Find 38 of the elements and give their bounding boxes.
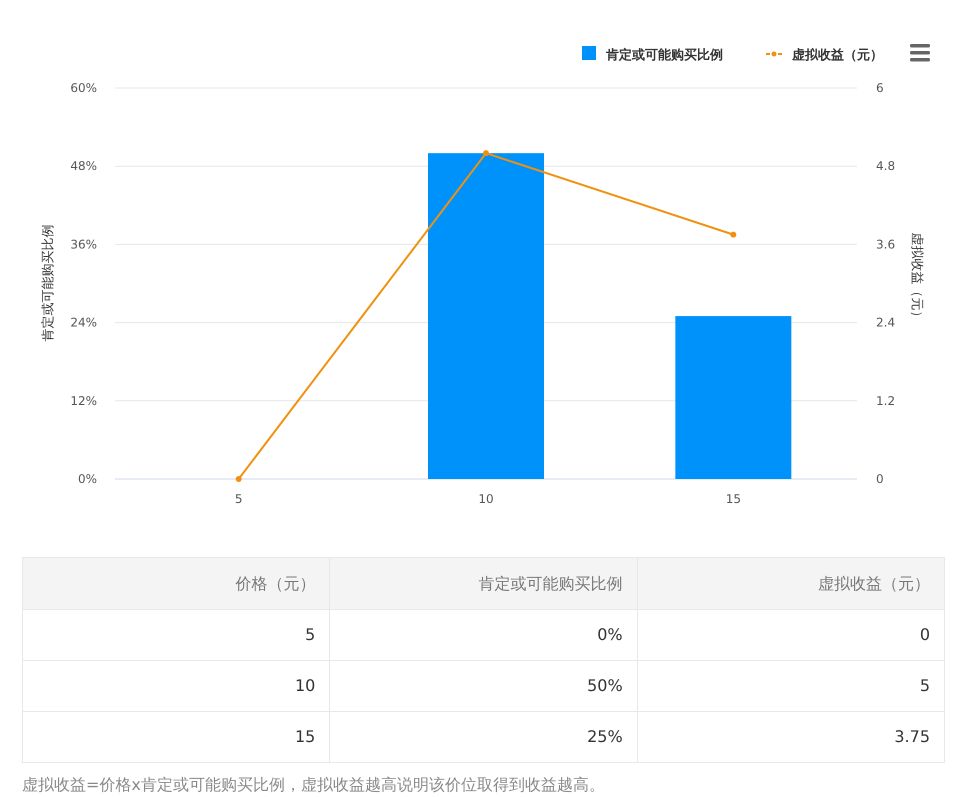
table-cell: 0% [330, 610, 638, 660]
axis-tick-label: 6 [876, 81, 884, 95]
menu-icon[interactable] [910, 44, 930, 62]
legend-item[interactable]: 虚拟收益（元） [792, 48, 883, 63]
axis-tick-label: 0% [78, 472, 97, 486]
table-cell: 0 [637, 610, 944, 660]
axis-tick-label: 12% [70, 394, 97, 408]
legend-line-icon [766, 52, 782, 56]
axis-title: 虚拟收益（元） [909, 232, 924, 324]
table-cell: 25% [330, 712, 638, 762]
data-point [730, 232, 736, 238]
table-cell: 3.75 [637, 712, 944, 762]
data-point [236, 476, 242, 482]
axis-tick-label: 0 [876, 472, 884, 486]
column-header: 虚拟收益（元） [637, 558, 944, 610]
column-header: 肯定或可能购买比例 [330, 558, 638, 610]
axis-tick-label: 1.2 [876, 394, 896, 408]
table-cell: 10 [22, 660, 330, 712]
axis-tick-label: 60% [70, 81, 97, 95]
axis-tick-label: 3.6 [876, 237, 896, 252]
axis-tick-label: 24% [70, 316, 97, 330]
legend-item[interactable]: 肯定或可能购买比例 [606, 48, 723, 63]
table-cell: 5 [22, 610, 330, 660]
axis-tick-label: 48% [70, 159, 97, 174]
axis-tick-label: 36% [70, 237, 97, 252]
column-header: 价格（元） [22, 558, 330, 610]
axis-title: 肯定或可能购买比例 [41, 224, 56, 342]
axis-tick-label: 2.4 [876, 316, 896, 330]
footnote: 虚拟收益=价格x肯定或可能购买比例，虚拟收益越高说明该价位取得到收益越高。 [22, 774, 606, 796]
data-point [483, 150, 489, 156]
table-cell: 5 [637, 660, 944, 712]
axis-tick-label: 4.8 [876, 159, 896, 174]
axis-tick-label: 5 [234, 492, 242, 506]
table-cell: 15 [22, 712, 330, 762]
axis-tick-label: 10 [478, 492, 494, 506]
table-cell: 50% [330, 660, 638, 712]
legend-swatch-icon [582, 46, 596, 60]
axis-tick-label: 15 [726, 492, 741, 506]
